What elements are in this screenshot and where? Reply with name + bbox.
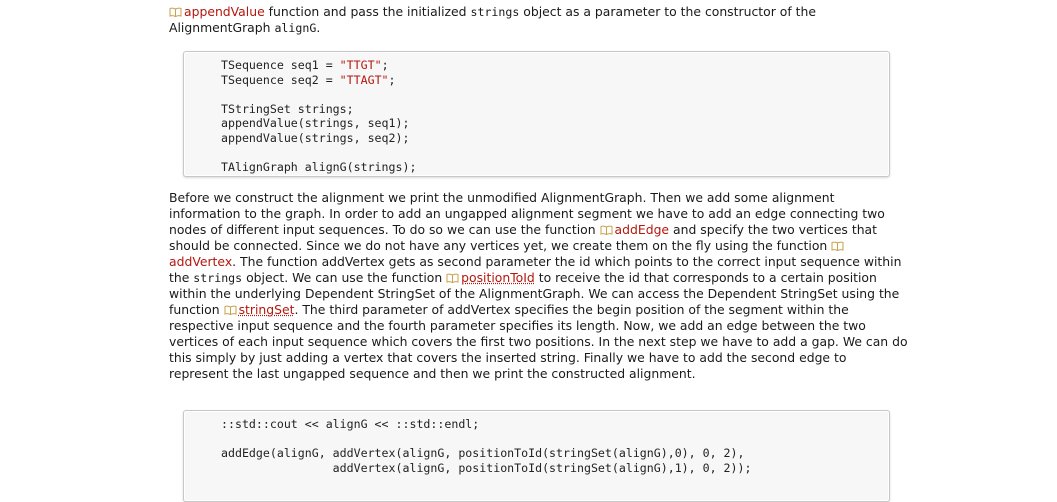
code-block-1-content: TSequence seq1 = "TTGT"; TSequence seq2 =… [221,58,416,175]
addvertex-link-label: addVertex [169,254,233,269]
code-line: TAlignGraph alignG(strings); [221,160,417,175]
main-text-4: object. We can use the function [242,270,447,285]
code-line: addVertex(alignG, positionToId(stringSet… [221,460,752,475]
stringset-link[interactable]: stringSet [224,302,295,317]
strings-identifier: strings [470,5,520,19]
code-block-2: ::std::cout << alignG << ::std::endl;add… [183,410,890,502]
book-icon [224,305,237,315]
positiontoid-link-label: positionToId [461,270,535,285]
code-line: addEdge(alignG, addVertex(alignG, positi… [221,446,745,461]
appendvalue-link-label: appendValue [184,4,265,19]
addedge-link[interactable]: addEdge [600,222,670,237]
intro-text-4: . [316,20,321,35]
stringset-link-label: stringSet [238,302,295,317]
book-icon [446,273,459,283]
strings-identifier: strings [193,271,243,285]
intro-text-3: AlignmentGraph [169,20,275,35]
code-line: appendValue(strings, seq1); [221,116,410,131]
book-icon [831,241,844,251]
intro-text-2: object as a parameter to the constructor… [519,4,816,19]
code-line: TStringSet strings; [221,101,354,116]
code-line: appendValue(strings, seq2); [221,130,410,145]
code-line: ::std::cout << alignG << ::std::endl; [221,417,480,431]
main-paragraph: Before we construct the alignment we pri… [169,190,909,382]
positiontoid-link[interactable]: positionToId [446,270,535,285]
code-block-2-content: ::std::cout << alignG << ::std::endl;add… [221,417,751,475]
code-block-1: TSequence seq1 = "TTGT"; TSequence seq2 =… [183,51,890,177]
aligng-identifier: alignG [274,21,317,35]
book-icon [169,7,182,17]
appendvalue-link[interactable]: appendValue [169,4,265,19]
code-line: TSequence seq1 = "TTGT"; [221,58,389,72]
intro-text-1: function and pass the initialized [264,4,471,19]
code-line: TSequence seq2 = "TTAGT"; [221,72,396,87]
book-icon [600,225,613,235]
addedge-link-label: addEdge [614,222,670,237]
intro-paragraph: appendValue function and pass the initia… [169,4,909,36]
